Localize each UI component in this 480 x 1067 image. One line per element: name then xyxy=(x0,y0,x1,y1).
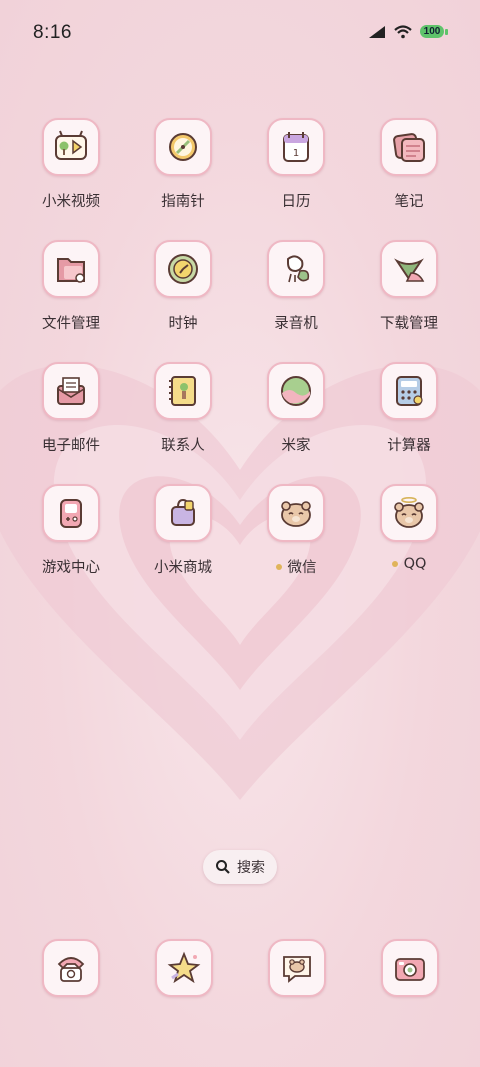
folder-icon xyxy=(57,258,85,283)
app-label: 笔记 xyxy=(394,194,424,210)
notes-icon xyxy=(393,133,425,162)
app-contacts[interactable]: 联系人 xyxy=(133,362,233,455)
app-email[interactable]: 电子邮件 xyxy=(21,362,121,455)
status-bar: 8:16 100 xyxy=(0,0,480,68)
mail-icon xyxy=(57,377,85,405)
app-label: 时钟 xyxy=(168,316,198,332)
app-calculator[interactable]: 计算器 xyxy=(359,362,459,455)
app-clock[interactable]: 时钟 xyxy=(133,240,233,333)
dock-phone[interactable] xyxy=(42,939,100,997)
new-indicator-dot xyxy=(275,563,282,570)
app-compass[interactable]: 指南针 xyxy=(133,118,233,211)
search-icon xyxy=(216,860,230,874)
compass-icon xyxy=(169,133,197,161)
app-file-manager[interactable]: 文件管理 xyxy=(21,240,121,333)
calendar-date: 1 xyxy=(293,148,299,159)
messages-icon xyxy=(283,956,311,983)
app-mi-store[interactable]: 小米商城 xyxy=(133,484,233,577)
download-icon xyxy=(394,258,425,282)
app-mi-video[interactable]: 小米视频 xyxy=(21,118,121,211)
recorder-icon xyxy=(287,255,310,283)
search-label: 搜索 xyxy=(237,860,265,876)
store-icon xyxy=(171,498,195,526)
contacts-icon xyxy=(169,376,196,406)
app-label: 下载管理 xyxy=(380,316,438,332)
clock-time: 8:16 xyxy=(33,22,72,43)
app-label: 小米视频 xyxy=(42,194,100,210)
app-game-center[interactable]: 游戏中心 xyxy=(21,484,121,577)
cellular-signal-icon xyxy=(369,26,385,38)
dock-camera[interactable] xyxy=(381,939,439,997)
star-icon xyxy=(167,951,201,984)
app-wechat[interactable]: 微信 xyxy=(246,484,346,577)
app-label: 日历 xyxy=(281,194,311,210)
app-label: 计算器 xyxy=(387,438,431,454)
angel-bear-icon xyxy=(394,497,424,528)
clock-icon xyxy=(168,254,198,284)
app-mijia[interactable]: 米家 xyxy=(246,362,346,455)
phone-icon xyxy=(57,957,85,982)
app-calendar[interactable]: 1 日历 xyxy=(246,118,346,211)
battery-icon: 100 xyxy=(420,24,450,40)
video-icon xyxy=(55,130,87,160)
app-label: 联系人 xyxy=(161,438,205,454)
app-label: 微信 xyxy=(287,560,317,576)
calendar-icon: 1 xyxy=(283,132,309,162)
calculator-icon xyxy=(396,376,423,406)
app-qq[interactable]: QQ xyxy=(359,484,459,572)
app-recorder[interactable]: 录音机 xyxy=(246,240,346,333)
app-label: 电子邮件 xyxy=(42,438,100,454)
system-icons: 100 xyxy=(368,24,450,40)
dock-star-app[interactable] xyxy=(155,939,213,997)
dock-messages[interactable] xyxy=(268,939,326,997)
wifi-icon xyxy=(394,25,412,39)
app-label: 指南针 xyxy=(161,194,205,210)
search-button[interactable]: 搜索 xyxy=(203,850,277,884)
app-label: 米家 xyxy=(281,438,311,454)
mijia-icon xyxy=(281,376,311,406)
camera-icon xyxy=(395,958,425,981)
new-indicator-dot xyxy=(391,561,398,567)
app-download-manager[interactable]: 下载管理 xyxy=(359,240,459,333)
battery-level: 100 xyxy=(423,26,441,37)
app-label: 小米商城 xyxy=(154,560,212,576)
app-label: 录音机 xyxy=(274,316,318,332)
app-notes[interactable]: 笔记 xyxy=(359,118,459,211)
app-label: 文件管理 xyxy=(42,316,100,332)
app-label: 游戏中心 xyxy=(42,560,100,576)
bear-icon xyxy=(281,501,311,527)
app-label: QQ xyxy=(403,556,427,572)
game-center-icon xyxy=(60,499,82,528)
